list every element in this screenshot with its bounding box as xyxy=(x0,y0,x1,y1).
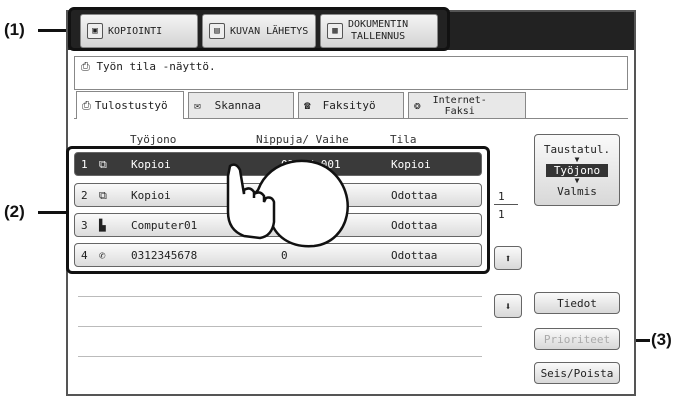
tab-internet-fax[interactable]: ❂ Internet- Faksi xyxy=(408,92,526,118)
job-number: 2 xyxy=(81,189,88,202)
scroll-up-button[interactable]: ⬆ xyxy=(494,246,522,270)
job-number: 4 xyxy=(81,249,88,262)
tab-fax[interactable]: ☎ Faksityö xyxy=(298,92,404,118)
toggle-complete: Valmis xyxy=(557,184,597,198)
job-name: Kopioi xyxy=(131,189,171,202)
callout-1-leader xyxy=(38,29,68,32)
arrow-up-icon: ⬆ xyxy=(504,251,512,265)
tab-internet-fax-label-2: Faksi xyxy=(444,105,475,117)
details-button[interactable]: Tiedot xyxy=(534,292,620,314)
fax-job-icon: ✆ xyxy=(99,249,106,262)
job-list-toggle[interactable]: Taustatul. ▼ Työjono ▼ Valmis xyxy=(534,134,620,206)
scan-icon: ✉ xyxy=(194,99,201,112)
page-divider xyxy=(494,204,518,205)
copy-icon: ▣ xyxy=(87,23,103,39)
tab-scan-label: Skannaa xyxy=(214,99,261,112)
arrow-down-icon: ⬇ xyxy=(504,299,512,313)
job-status: Odottaa xyxy=(391,249,438,262)
column-header-status: Tila xyxy=(390,133,417,146)
job-name: Computer01 xyxy=(131,219,198,232)
storage-icon: ▦ xyxy=(327,23,343,39)
status-message-bar: ⎙ Työn tila -näyttö. xyxy=(74,56,628,90)
mode-storage-label-1: DOKUMENTIN xyxy=(348,19,409,30)
tab-print-job[interactable]: ⎙ Tulostustyö xyxy=(76,91,184,119)
priority-button[interactable]: Prioriteet xyxy=(534,328,620,350)
internet-fax-icon: ❂ xyxy=(414,99,421,112)
copy-job-icon: ⧉ xyxy=(99,189,107,202)
status-message: Työn tila -näyttö. xyxy=(96,60,216,73)
empty-row-line xyxy=(78,296,482,297)
page-current: 1 xyxy=(498,190,505,203)
scroll-down-button[interactable]: ⬇ xyxy=(494,294,522,318)
toggle-spool: Taustatul. xyxy=(543,142,611,156)
printer-icon: ⎙ xyxy=(82,98,91,112)
empty-row-line xyxy=(78,326,482,327)
fax-icon: ☎ xyxy=(304,99,311,112)
job-number: 1 xyxy=(81,158,88,171)
callout-3: (3) xyxy=(651,330,672,349)
job-name: Kopioi xyxy=(131,158,171,171)
tab-fax-label: Faksityö xyxy=(322,99,376,112)
touch-hand-icon xyxy=(226,159,349,248)
mode-storage-label-2: TALLENNUS xyxy=(351,31,406,42)
job-status: Odottaa xyxy=(391,189,438,202)
copy-job-icon: ⧉ xyxy=(99,158,107,171)
toggle-queue: Työjono xyxy=(545,163,609,177)
tab-scan[interactable]: ✉ Skannaa xyxy=(188,92,294,118)
computer-job-icon: ▙ xyxy=(99,219,106,232)
page-total: 1 xyxy=(498,208,505,221)
toggle-arrow-icon: ▼ xyxy=(574,154,580,164)
stop-delete-button[interactable]: Seis/Poista xyxy=(534,362,620,384)
job-status: Odottaa xyxy=(391,219,438,232)
job-name: 0312345678 xyxy=(131,249,198,262)
mode-send-button[interactable]: ▤ KUVAN LÄHETYS xyxy=(202,14,316,48)
mode-storage-button[interactable]: ▦ DOKUMENTIN TALLENNUS xyxy=(320,14,438,48)
tab-internet-fax-label-1: Internet- xyxy=(432,94,487,106)
tab-print-job-label: Tulostustyö xyxy=(94,99,168,112)
callout-2-leader xyxy=(38,211,66,214)
empty-row-line xyxy=(78,356,482,357)
column-header-queue: Työjono xyxy=(130,133,177,146)
callout-2: (2) xyxy=(4,202,25,221)
printer-icon: ⎙ xyxy=(81,60,90,73)
job-sets: 0 xyxy=(281,249,288,262)
mode-send-label: KUVAN LÄHETYS xyxy=(230,25,309,37)
job-number: 3 xyxy=(81,219,88,232)
mode-copy-label: KOPIOINTI xyxy=(108,25,163,37)
column-header-sets: Nippuja/ Vaihe xyxy=(256,133,349,146)
mode-copy-button[interactable]: ▣ KOPIOINTI xyxy=(80,14,198,48)
toggle-arrow-icon: ▼ xyxy=(574,175,580,185)
send-icon: ▤ xyxy=(209,23,225,39)
callout-1: (1) xyxy=(4,20,25,39)
job-status: Kopioi xyxy=(391,158,431,171)
